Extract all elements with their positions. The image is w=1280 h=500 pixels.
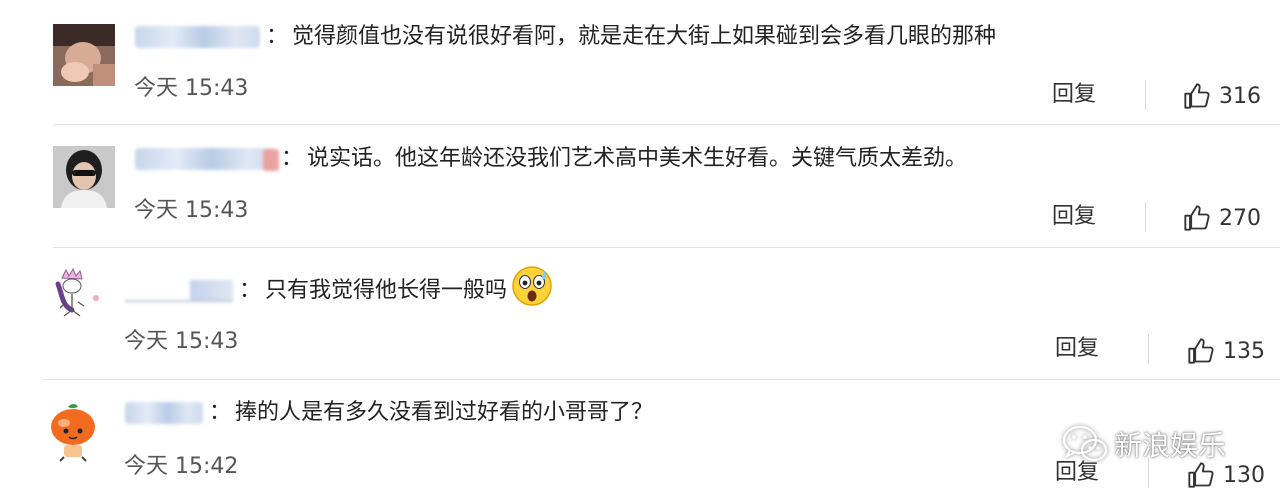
watermark-text: 新浪娱乐 (1114, 429, 1227, 462)
thumbs-up-icon (1184, 83, 1210, 109)
colon: ： (266, 24, 289, 49)
like-button[interactable]: 135 (1187, 336, 1265, 366)
watermark: 新浪娱乐 (1062, 424, 1226, 464)
comment-divider (53, 124, 1280, 125)
comment-time: 今天 15:43 (124, 329, 239, 354)
divider (1145, 80, 1146, 110)
divider (1145, 202, 1146, 232)
comment-text: 只有我觉得他长得一般吗 (265, 278, 508, 303)
user-avatar-photo-icon (53, 24, 115, 86)
blurred-username[interactable] (135, 148, 279, 171)
comment-divider (42, 379, 1280, 380)
colon: ： (281, 146, 304, 171)
blurred-username[interactable] (125, 402, 203, 424)
user-avatar-cartoon-icon (42, 401, 104, 463)
blurred-username[interactable] (125, 280, 233, 302)
comment-text: 说实话。他这年龄还没我们艺术高中美术生好看。关键气质太差劲。 (307, 146, 968, 171)
wechat-icon (1062, 425, 1108, 462)
comment-line: ：捧的人是有多久没看到过好看的小哥哥了？ (125, 398, 653, 428)
like-count: 130 (1223, 462, 1265, 488)
comment-line: ：只有我觉得他长得一般吗 (125, 266, 553, 307)
reply-button[interactable]: 回复 (1055, 335, 1099, 363)
like-button[interactable]: 316 (1183, 81, 1261, 111)
thumbs-up-icon (1188, 462, 1214, 488)
user-avatar-photo-icon (53, 146, 115, 208)
user-avatar[interactable] (53, 24, 115, 86)
like-button[interactable]: 130 (1187, 460, 1265, 490)
comment-list: ：觉得颜值也没有说很好看阿，就是走在大街上如果碰到会多看几眼的那种 今天 15:… (0, 0, 1280, 500)
like-button[interactable]: 270 (1183, 203, 1261, 233)
comment-time: 今天 15:42 (124, 454, 239, 479)
comment-time: 今天 15:43 (134, 76, 249, 101)
divider (1148, 334, 1149, 364)
like-count: 270 (1219, 205, 1261, 231)
reply-button[interactable]: 回复 (1052, 81, 1096, 109)
colon: ： (239, 278, 262, 303)
comment-divider (53, 247, 1280, 248)
thumbs-up-icon (1188, 338, 1214, 364)
user-avatar[interactable] (53, 146, 115, 208)
reply-button[interactable]: 回复 (1052, 203, 1096, 231)
colon: ： (209, 400, 232, 425)
blurred-username[interactable] (135, 26, 260, 48)
comment-text: 捧的人是有多久没看到过好看的小哥哥了？ (235, 400, 654, 425)
comment-line: ：说实话。他这年龄还没我们艺术高中美术生好看。关键气质太差劲。 (135, 144, 967, 174)
user-avatar[interactable] (42, 401, 104, 463)
user-avatar[interactable] (42, 264, 104, 326)
comment-text: 觉得颜值也没有说很好看阿，就是走在大街上如果碰到会多看几眼的那种 (292, 24, 997, 49)
thumbs-up-icon (1184, 205, 1210, 231)
comment-time: 今天 15:43 (134, 198, 249, 223)
surprised-sweat-emoji-icon (511, 265, 553, 307)
like-count: 135 (1223, 338, 1265, 364)
user-avatar-drawing-icon (42, 264, 104, 326)
like-count: 316 (1219, 83, 1261, 109)
comment-line: ：觉得颜值也没有说很好看阿，就是走在大街上如果碰到会多看几眼的那种 (135, 22, 996, 52)
